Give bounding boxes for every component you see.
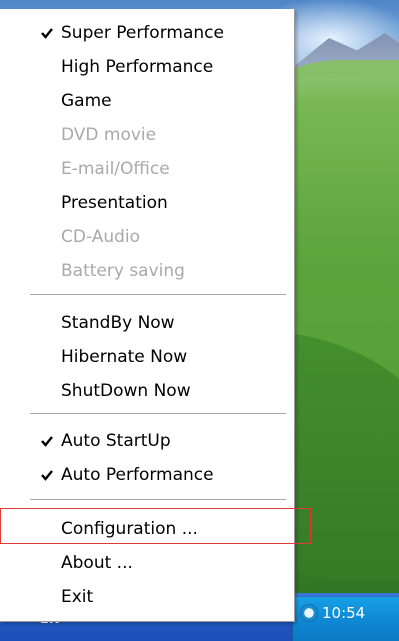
menu-item-email-office: E-mail/Office <box>0 153 294 185</box>
menu-item-presentation[interactable]: Presentation <box>0 187 294 219</box>
menu-separator <box>30 413 286 415</box>
menu-item-label: E-mail/Office <box>61 159 170 179</box>
menu-item-hibernate-now[interactable]: Hibernate Now <box>0 341 294 373</box>
menu-item-label: Auto StartUp <box>61 431 171 451</box>
menu-separator <box>30 294 286 296</box>
checkmark-icon <box>41 28 53 39</box>
menu-item-auto-startup[interactable]: Auto StartUp <box>0 425 294 457</box>
menu-item-label: About ... <box>61 553 133 573</box>
menu-item-label: Game <box>61 91 112 111</box>
menu-item-about[interactable]: About ... <box>0 547 294 579</box>
menu-item-cd-audio: CD-Audio <box>0 221 294 253</box>
menu-item-label: Hibernate Now <box>61 347 188 367</box>
menu-item-dvd-movie: DVD movie <box>0 119 294 151</box>
menu-item-label: DVD movie <box>61 125 157 145</box>
menu-item-exit[interactable]: Exit <box>0 581 294 613</box>
clock-icon <box>300 604 318 622</box>
menu-item-label: Super Performance <box>61 23 224 43</box>
menu-item-label: StandBy Now <box>61 313 175 333</box>
menu-item-label: High Performance <box>61 57 214 77</box>
clock[interactable]: 10:54 <box>322 604 365 622</box>
menu-item-label: Battery saving <box>61 261 185 281</box>
menu-item-label: Auto Performance <box>61 465 214 485</box>
menu-item-battery-saving: Battery saving <box>0 255 294 287</box>
configuration-highlight-box <box>0 508 311 544</box>
menu-item-label: Presentation <box>61 193 168 213</box>
menu-item-game[interactable]: Game <box>0 85 294 117</box>
checkmark-icon <box>41 470 53 481</box>
menu-item-super-performance[interactable]: Super Performance <box>0 17 294 49</box>
menu-item-label: CD-Audio <box>61 227 141 247</box>
menu-item-label: Exit <box>61 587 94 607</box>
menu-item-label: ShutDown Now <box>61 381 191 401</box>
menu-separator <box>30 499 286 501</box>
menu-item-high-performance[interactable]: High Performance <box>0 51 294 83</box>
menu-item-standby-now[interactable]: StandBy Now <box>0 307 294 339</box>
checkmark-icon <box>41 436 53 447</box>
menu-item-shutdown-now[interactable]: ShutDown Now <box>0 375 294 407</box>
menu-item-auto-performance[interactable]: Auto Performance <box>0 459 294 491</box>
